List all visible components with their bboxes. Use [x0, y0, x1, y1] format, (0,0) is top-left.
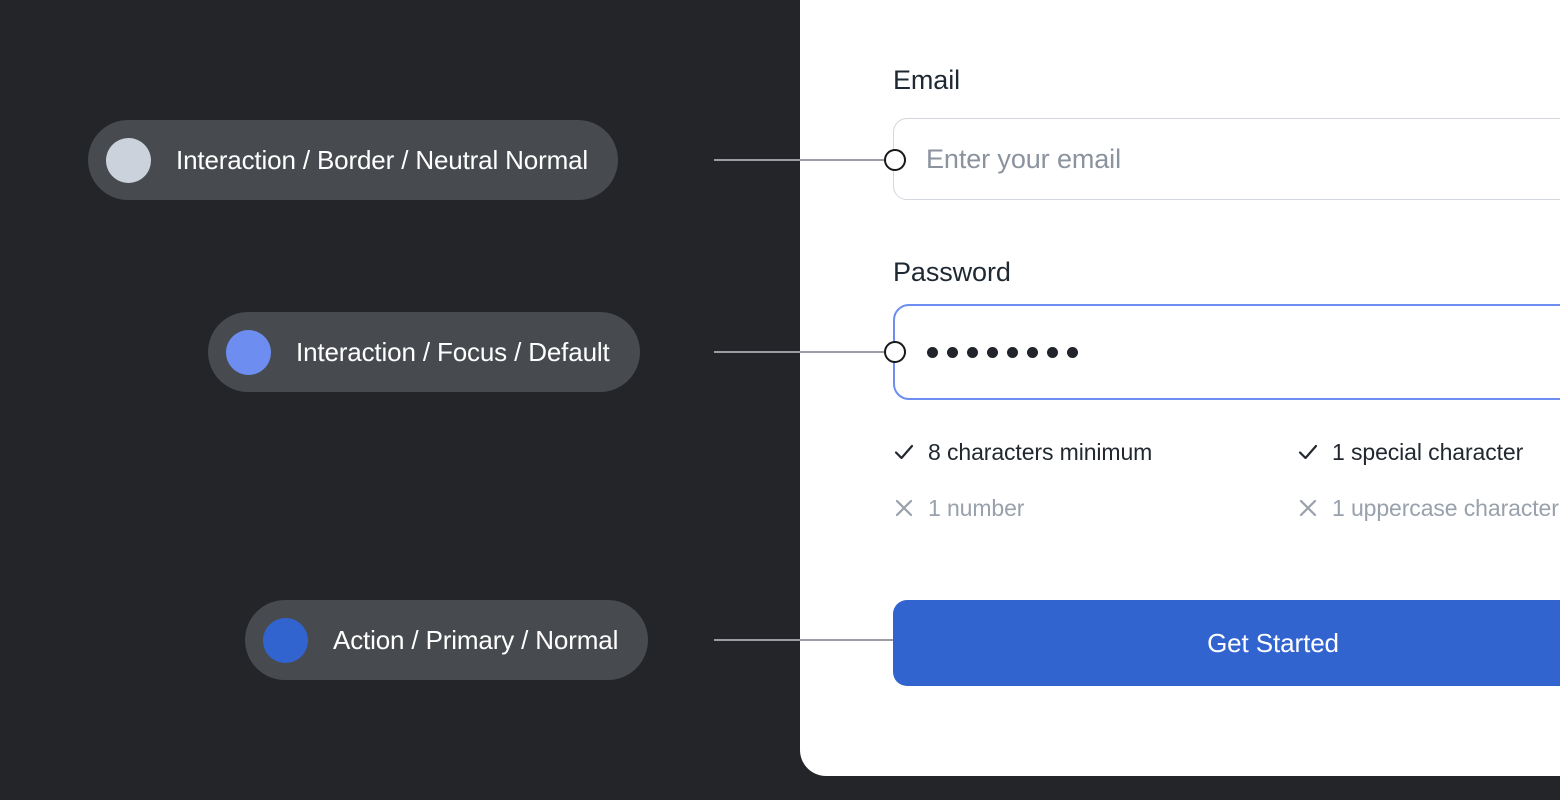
- email-input-placeholder: Enter your email: [926, 143, 1121, 174]
- token-annotation-label: Interaction / Border / Neutral Normal: [176, 144, 589, 175]
- check-icon: [893, 441, 915, 463]
- close-icon: [893, 497, 915, 519]
- close-icon: [1297, 497, 1319, 519]
- email-field-label: Email: [893, 65, 961, 95]
- color-swatch-icon: [226, 329, 271, 375]
- password-rule-item: 1 uppercase character: [1297, 480, 1560, 536]
- password-requirements-list: 8 characters minimum 1 special character…: [893, 424, 1560, 536]
- password-rule-label: 8 characters minimum: [928, 438, 1153, 465]
- password-rule-label: 1 special character: [1332, 438, 1524, 465]
- signup-form-card: Email Enter your email Password 8 charac…: [800, 0, 1560, 776]
- password-masked-value: [927, 346, 1078, 358]
- leader-endpoint-dot: [884, 149, 906, 171]
- leader-line-primary-token: [714, 639, 893, 641]
- email-input[interactable]: Enter your email: [893, 118, 1560, 200]
- token-annotation-label: Action / Primary / Normal: [333, 624, 619, 655]
- check-icon: [1297, 441, 1319, 463]
- leader-endpoint-dot: [884, 341, 906, 363]
- password-rule-item: 1 special character: [1297, 424, 1560, 480]
- password-rule-item: 1 number: [893, 480, 1297, 536]
- token-annotation-action-primary-normal[interactable]: Action / Primary / Normal: [245, 600, 649, 680]
- password-rule-label: 1 uppercase character: [1332, 494, 1559, 521]
- token-annotation-border-neutral-normal[interactable]: Interaction / Border / Neutral Normal: [88, 120, 619, 200]
- token-annotation-label: Interaction / Focus / Default: [296, 336, 610, 367]
- password-rule-label: 1 number: [928, 494, 1025, 521]
- design-annotation-canvas: Email Enter your email Password 8 charac…: [0, 0, 1560, 800]
- password-input[interactable]: [893, 304, 1560, 400]
- password-rule-item: 8 characters minimum: [893, 424, 1297, 480]
- get-started-button[interactable]: Get Started: [893, 600, 1560, 686]
- color-swatch-icon: [106, 137, 151, 183]
- leader-line-border-token: [714, 159, 884, 161]
- leader-line-focus-token: [714, 351, 884, 353]
- password-field-label: Password: [893, 257, 1011, 287]
- token-annotation-focus-default[interactable]: Interaction / Focus / Default: [208, 312, 640, 392]
- color-swatch-icon: [263, 617, 308, 663]
